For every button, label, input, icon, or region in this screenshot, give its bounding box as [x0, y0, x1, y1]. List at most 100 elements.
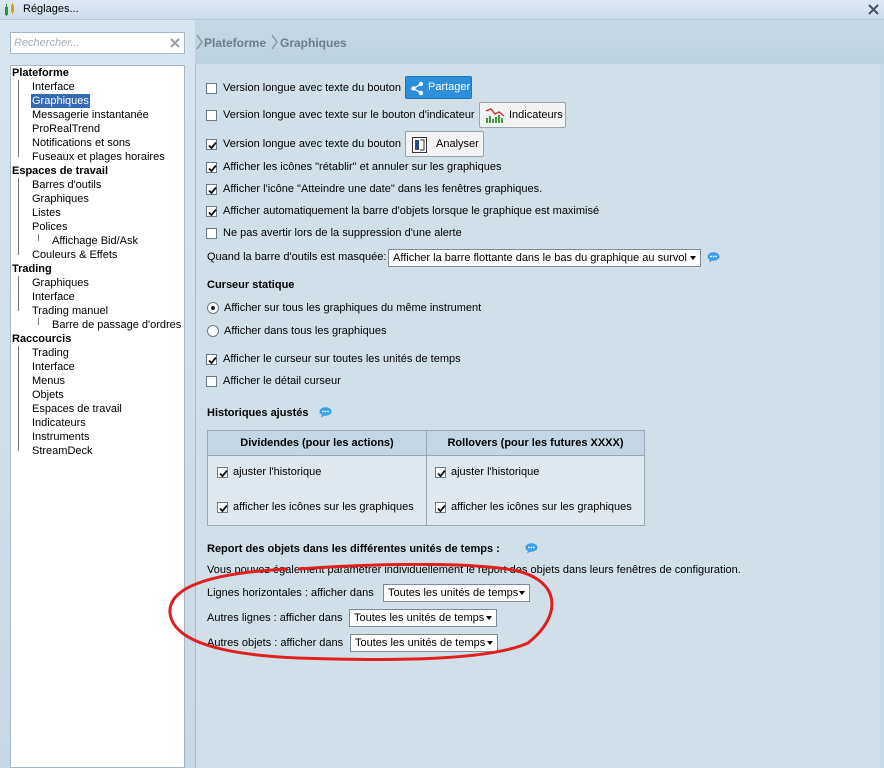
- analyse-icon: [412, 137, 427, 153]
- indicator-long-text-checkbox[interactable]: [206, 110, 217, 121]
- tree-item-fuseaux[interactable]: Fuseaux et plages horaires: [32, 150, 165, 164]
- goto-date-icon-label: Afficher l'icône "Atteindre une date" da…: [223, 183, 543, 195]
- undo-redo-icons-label: Afficher les icônes "rétablir" et annule…: [223, 161, 502, 173]
- dividends-adjust-checkbox[interactable]: [217, 467, 228, 478]
- rollovers-icons-checkbox[interactable]: [435, 502, 446, 513]
- dividends-icons-checkbox[interactable]: [217, 502, 228, 513]
- indicators-button[interactable]: Indicateurs: [479, 102, 566, 128]
- tree-connector: [38, 318, 39, 325]
- tree-item-listes[interactable]: Listes: [32, 206, 61, 220]
- dividends-icons-label: afficher les icônes sur les graphiques: [233, 501, 414, 513]
- tree-item-graphiques[interactable]: Graphiques: [32, 192, 89, 206]
- app-candlestick-icon: [5, 3, 14, 16]
- tree-item-prorealtrend[interactable]: ProRealTrend: [32, 122, 100, 136]
- tree-category-raccourcis[interactable]: Raccourcis: [12, 332, 71, 346]
- share-button-label: Partager: [428, 81, 471, 93]
- tree-item-streamdeck[interactable]: StreamDeck: [32, 444, 93, 458]
- tree-item-barre-ordres[interactable]: Barre de passage d'ordres: [52, 318, 181, 332]
- breadcrumb-plateforme[interactable]: Plateforme: [204, 36, 266, 50]
- analyse-long-text-checkbox[interactable]: [206, 139, 217, 150]
- analyse-button[interactable]: Analyser: [405, 131, 484, 157]
- tree-connector: [18, 80, 19, 157]
- tree-item-barres-outils[interactable]: Barres d'outils: [32, 178, 101, 192]
- tree-item-graphiques-selected[interactable]: Graphiques: [31, 94, 90, 108]
- analyse-long-text-label: Version longue avec texte du bouton: [223, 138, 401, 150]
- tree-item-messagerie[interactable]: Messagerie instantanée: [32, 108, 149, 122]
- rollovers-adjust-checkbox[interactable]: [435, 467, 446, 478]
- tree-item-graphiques[interactable]: Graphiques: [32, 276, 89, 290]
- search-box[interactable]: [10, 32, 185, 54]
- share-button[interactable]: Partager: [405, 76, 472, 99]
- title-bar: Réglages...: [0, 0, 884, 20]
- info-bubble-icon[interactable]: [319, 407, 332, 418]
- cursor-detail-label: Afficher le détail curseur: [223, 375, 341, 387]
- window-title: Réglages...: [23, 3, 79, 15]
- indicators-icon: [485, 108, 505, 123]
- toolbar-hidden-select[interactable]: Afficher la barre flottante dans le bas …: [388, 249, 701, 267]
- dividends-adjust-label: ajuster l'historique: [233, 466, 322, 478]
- close-icon[interactable]: [865, 1, 882, 18]
- indicator-long-text-label: Version longue avec texte sur le bouton …: [223, 109, 475, 121]
- tree-item-instruments[interactable]: Instruments: [32, 430, 89, 444]
- tree-item-espaces[interactable]: Espaces de travail: [32, 402, 122, 416]
- tree-connector: [38, 234, 39, 241]
- indicators-button-label: Indicateurs: [509, 109, 563, 121]
- tree-item-trading[interactable]: Trading: [32, 346, 69, 360]
- red-annotation-circle: [168, 563, 554, 661]
- tree-item-couleurs[interactable]: Couleurs & Effets: [32, 248, 117, 262]
- settings-tree: Plateforme Interface Graphiques Messager…: [10, 65, 185, 768]
- report-section-title: Report des objets dans les différentes u…: [207, 543, 500, 555]
- rollovers-adjust-label: ajuster l'historique: [451, 466, 540, 478]
- tree-item-notifications[interactable]: Notifications et sons: [32, 136, 130, 150]
- tree-item-interface[interactable]: Interface: [32, 290, 75, 304]
- share-icon: [411, 81, 424, 96]
- rollovers-column-header: Rollovers (pour les futures XXXX): [426, 430, 645, 456]
- tree-category-espaces[interactable]: Espaces de travail: [12, 164, 108, 178]
- search-input[interactable]: [14, 36, 164, 50]
- tree-item-bid-ask[interactable]: Affichage Bid/Ask: [52, 234, 138, 248]
- chevron-right-icon: [196, 34, 203, 50]
- cursor-section-title: Curseur statique: [207, 279, 295, 291]
- tree-category-trading[interactable]: Trading: [12, 262, 52, 276]
- adjusted-history-table: Dividendes (pour les actions) Rollovers …: [207, 430, 645, 526]
- clear-search-icon[interactable]: [170, 38, 180, 48]
- history-section-title: Historiques ajustés: [207, 407, 309, 419]
- tree-connector: [18, 346, 19, 451]
- cursor-all-units-label: Afficher le curseur sur toutes les unité…: [223, 353, 461, 365]
- info-bubble-icon[interactable]: [707, 252, 720, 263]
- analyse-button-label: Analyser: [436, 138, 479, 150]
- tree-item-interface[interactable]: Interface: [32, 80, 75, 94]
- chevron-right-icon: [271, 34, 278, 50]
- tree-connector: [18, 276, 19, 311]
- cursor-same-instrument-radio[interactable]: [207, 302, 219, 314]
- object-bar-checkbox[interactable]: [206, 206, 217, 217]
- cursor-same-instrument-label: Afficher sur tous les graphiques du même…: [224, 302, 482, 314]
- dividends-column-header: Dividendes (pour les actions): [207, 430, 427, 456]
- info-bubble-icon[interactable]: [525, 543, 538, 554]
- breadcrumb: Plateforme Graphiques: [195, 20, 884, 64]
- cursor-all-units-checkbox[interactable]: [206, 354, 217, 365]
- rollovers-options-cell: ajuster l'historique afficher les icônes…: [426, 455, 645, 526]
- rollovers-icons-label: afficher les icônes sur les graphiques: [451, 501, 632, 513]
- tree-connector: [18, 178, 19, 255]
- cursor-detail-checkbox[interactable]: [206, 376, 217, 387]
- alert-delete-warning-label: Ne pas avertir lors de la suppression d'…: [223, 227, 462, 239]
- undo-redo-icons-checkbox[interactable]: [206, 162, 217, 173]
- tree-item-polices[interactable]: Polices: [32, 220, 67, 234]
- goto-date-icon-checkbox[interactable]: [206, 184, 217, 195]
- tree-item-objets[interactable]: Objets: [32, 388, 64, 402]
- tree-item-interface[interactable]: Interface: [32, 360, 75, 374]
- tree-item-trading-manuel[interactable]: Trading manuel: [32, 304, 108, 318]
- tree-item-menus[interactable]: Menus: [32, 374, 65, 388]
- share-long-text-label: Version longue avec texte du bouton: [223, 82, 401, 94]
- alert-delete-warning-checkbox[interactable]: [206, 228, 217, 239]
- cursor-all-charts-label: Afficher dans tous les graphiques: [224, 325, 387, 337]
- tree-category-plateforme[interactable]: Plateforme: [12, 66, 69, 80]
- cursor-all-charts-radio[interactable]: [207, 325, 219, 337]
- dividends-options-cell: ajuster l'historique afficher les icônes…: [207, 455, 427, 526]
- toolbar-hidden-value: Afficher la barre flottante dans le bas …: [393, 252, 687, 264]
- share-long-text-checkbox[interactable]: [206, 83, 217, 94]
- breadcrumb-graphiques[interactable]: Graphiques: [280, 36, 347, 50]
- object-bar-label: Afficher automatiquement la barre d'obje…: [223, 205, 600, 217]
- tree-item-indicateurs[interactable]: Indicateurs: [32, 416, 86, 430]
